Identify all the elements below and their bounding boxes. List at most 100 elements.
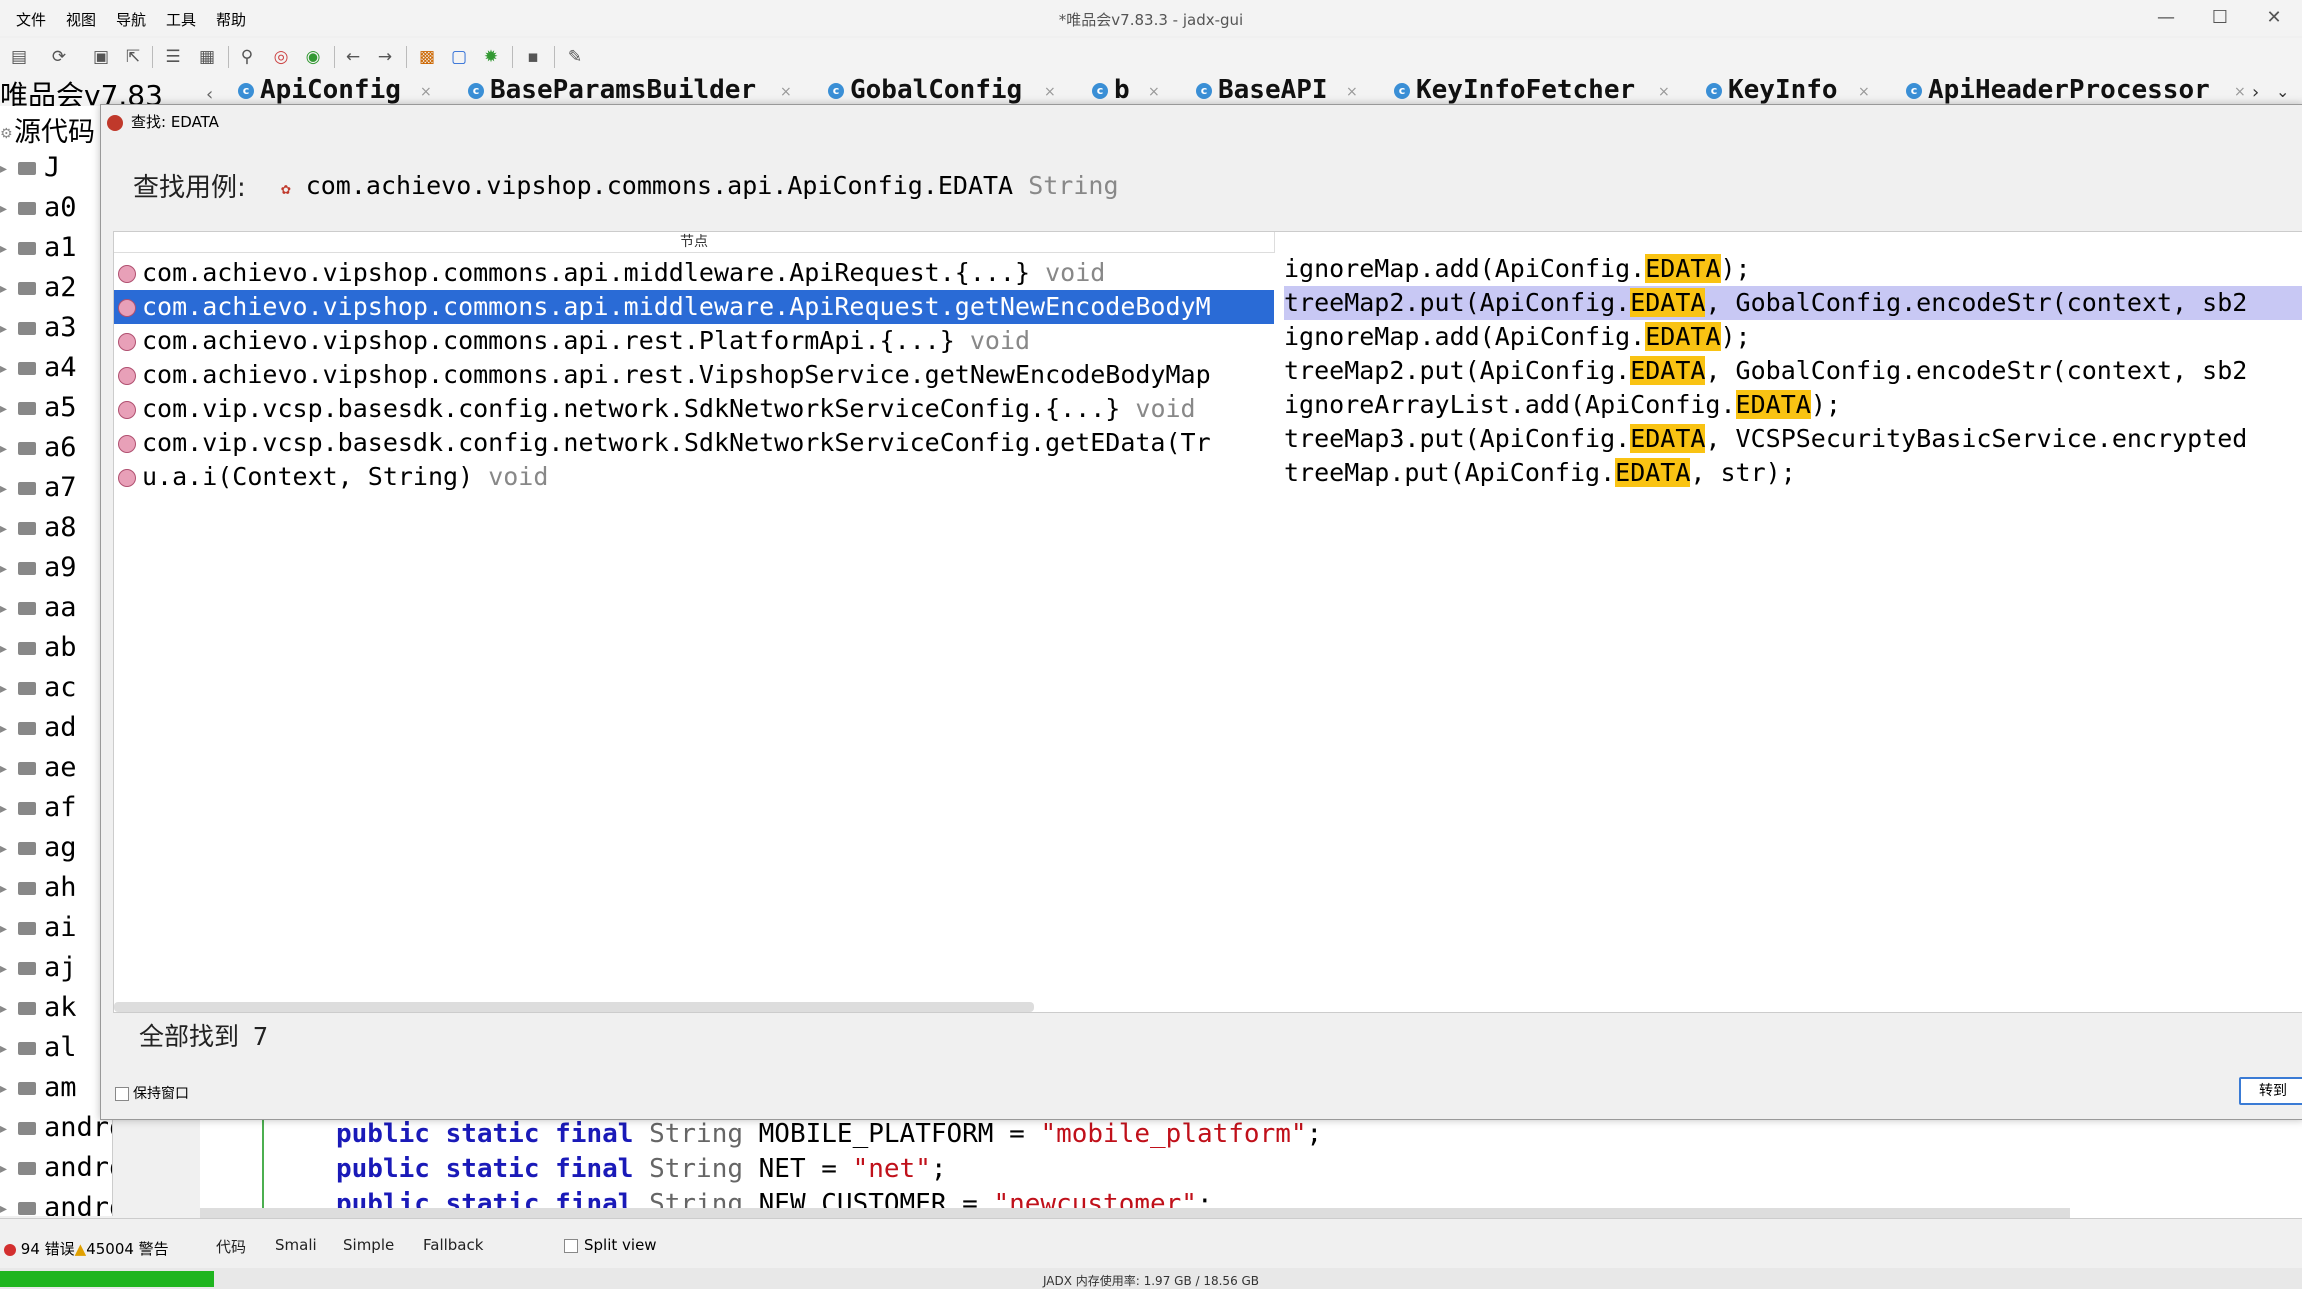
tree-root[interactable]: ⚙源代码 [0,110,95,150]
settings-icon[interactable]: ✎ [564,46,586,68]
tab-close-icon[interactable]: × [1148,84,1160,100]
open-file-icon[interactable]: ▤ [8,46,30,68]
tree-item[interactable]: ▸ a8 [0,512,77,552]
maximize-icon[interactable]: ☐ [2200,4,2240,32]
tree-item[interactable]: ▸ a2 [0,272,77,312]
keep-window-checkbox[interactable]: 保持窗口 [115,1083,189,1103]
tree-item[interactable]: ▸ al [0,1032,77,1072]
result-code[interactable]: treeMap3.put(ApiConfig.EDATA, VCSPSecuri… [1284,422,2302,456]
back-icon[interactable]: ← [342,46,364,68]
tree-item[interactable]: ▸ a6 [0,432,77,472]
search-icon[interactable]: ⚲ [236,46,258,68]
checkbox-icon[interactable] [115,1087,129,1101]
result-row[interactable]: com.vip.vcsp.basesdk.config.network.SdkN… [114,392,1274,426]
minimize-icon[interactable]: — [2146,4,2186,32]
tree-item[interactable]: ▸ a0 [0,192,77,232]
tree-item[interactable]: ▸ aj [0,952,77,992]
result-code[interactable]: ignoreArrayList.add(ApiConfig.EDATA); [1284,388,2302,422]
package-icon [18,642,36,655]
tree-item[interactable]: ▸ a3 [0,312,77,352]
tree-item[interactable]: ▸ a9 [0,552,77,592]
result-code[interactable]: treeMap2.put(ApiConfig.EDATA, GobalConfi… [1284,354,2302,388]
close-icon[interactable]: ✕ [2254,4,2294,32]
tree-item[interactable]: ▸ ag [0,832,77,872]
tree-item[interactable]: ▸ ab [0,632,77,672]
result-row[interactable]: com.vip.vcsp.basesdk.config.network.SdkN… [114,426,1274,460]
tab-apiheaderprocessor[interactable]: c ApiHeaderProcessor [1906,76,2210,104]
tab-fallback[interactable]: Fallback [423,1236,483,1254]
flatten-icon[interactable]: ▦ [196,46,218,68]
tree-item[interactable]: ▸ aa [0,592,77,632]
tree-item[interactable]: ▸ ad [0,712,77,752]
tree-item[interactable]: ▸androidt [0,1152,112,1192]
tree-item[interactable]: ▸ ae [0,752,77,792]
result-code[interactable]: ignoreMap.add(ApiConfig.EDATA); [1284,320,2302,354]
tab-close-icon[interactable]: × [1658,84,1670,100]
deobfuscate-icon[interactable]: ▩ [416,46,438,68]
tree-item[interactable]: ▸ ak [0,992,77,1032]
save-icon[interactable]: ▣ [90,46,112,68]
tree-expand-icon: ▸ [0,800,8,817]
column-header-node[interactable]: 节点 [114,232,1275,253]
search-usage-icon[interactable]: ◉ [302,46,324,68]
tree-toggle-icon[interactable]: ⚙ [0,126,14,142]
tab-gobalconfig[interactable]: c GobalConfig [828,76,1022,104]
tree-item[interactable]: ▸ a1 [0,232,77,272]
result-code[interactable]: treeMap.put(ApiConfig.EDATA, str); [1284,456,2302,490]
tree-item[interactable]: ▸ a4 [0,352,77,392]
tree-item[interactable]: ▸ ac [0,672,77,712]
tab-baseapi[interactable]: c BaseAPI [1196,76,1328,104]
tab-simple[interactable]: Simple [343,1236,394,1254]
tab-code[interactable]: 代码 [216,1236,246,1257]
goto-button[interactable]: 转到 [2239,1077,2302,1105]
tree-item[interactable]: ▸ J [0,152,60,192]
tab-close-icon[interactable]: × [1346,84,1358,100]
sync-icon[interactable]: ⟳ [48,46,70,68]
result-row[interactable]: com.achievo.vipshop.commons.api.rest.Pla… [114,324,1274,358]
tree-expand-icon: ▸ [0,480,8,497]
results-horizontal-scrollbar[interactable] [114,1002,1034,1012]
tab-keyinfo[interactable]: c KeyInfo [1706,76,1838,104]
editor-horizontal-scrollbar[interactable] [200,1208,2070,1218]
tab-apiconfig[interactable]: c ApiConfig [238,76,401,104]
debug-icon[interactable]: ✹ [480,46,502,68]
tab-close-icon[interactable]: × [780,84,792,100]
tree-item[interactable]: ▸android [0,1112,112,1152]
tab-keyinfofetcher[interactable]: c KeyInfoFetcher [1394,76,1635,104]
split-view-checkbox[interactable]: Split view [564,1236,657,1254]
quark-icon[interactable]: ▢ [448,46,470,68]
tree-item[interactable]: ▸ ah [0,872,77,912]
package-icon [18,962,36,975]
tabs-scroll-right-icon[interactable]: › [2252,82,2259,103]
checkbox-icon[interactable] [564,1238,578,1253]
tabs-list-icon[interactable]: ⌄ [2276,82,2289,101]
result-code[interactable]: ignoreMap.add(ApiConfig.EDATA); [1284,252,2302,286]
toolbar-separator [228,46,229,68]
sync-tree-icon[interactable]: ☰ [162,46,184,68]
tree-item[interactable]: ▸ af [0,792,77,832]
tabs-scroll-left-icon[interactable]: ‹ [206,84,213,105]
result-code-selected[interactable]: treeMap2.put(ApiConfig.EDATA, GobalConfi… [1284,286,2302,320]
tab-close-icon[interactable]: × [420,84,432,100]
tree-item[interactable]: ▸ ai [0,912,77,952]
result-row[interactable]: com.achievo.vipshop.commons.api.middlewa… [114,256,1274,290]
tab-smali[interactable]: Smali [275,1236,317,1254]
tree-item[interactable]: ▸androidx [0,1192,112,1216]
tab-close-icon[interactable]: × [1044,84,1056,100]
export-icon[interactable]: ⇱ [122,46,144,68]
tree-expand-icon: ▸ [0,720,8,737]
result-row-selected[interactable]: com.achievo.vipshop.commons.api.middlewa… [114,290,1274,324]
search-class-icon[interactable]: ◎ [270,46,292,68]
tree-item[interactable]: ▸ a5 [0,392,77,432]
result-row[interactable]: u.a.i(Context, String) void [114,460,1274,494]
tab-b[interactable]: cb [1092,76,1130,104]
tab-baseparamsbuilder[interactable]: c BaseParamsBuilder [468,76,756,104]
tab-close-icon[interactable]: × [1858,84,1870,100]
issues-summary[interactable]: 94 错误▲45004 警告 [4,1238,169,1259]
tree-item[interactable]: ▸ am [0,1072,77,1112]
tree-item[interactable]: ▸ a7 [0,472,77,512]
result-row[interactable]: com.achievo.vipshop.commons.api.rest.Vip… [114,358,1274,392]
tab-close-icon[interactable]: × [2234,84,2246,100]
forward-icon[interactable]: → [374,46,396,68]
log-icon[interactable]: ▪ [522,46,544,68]
